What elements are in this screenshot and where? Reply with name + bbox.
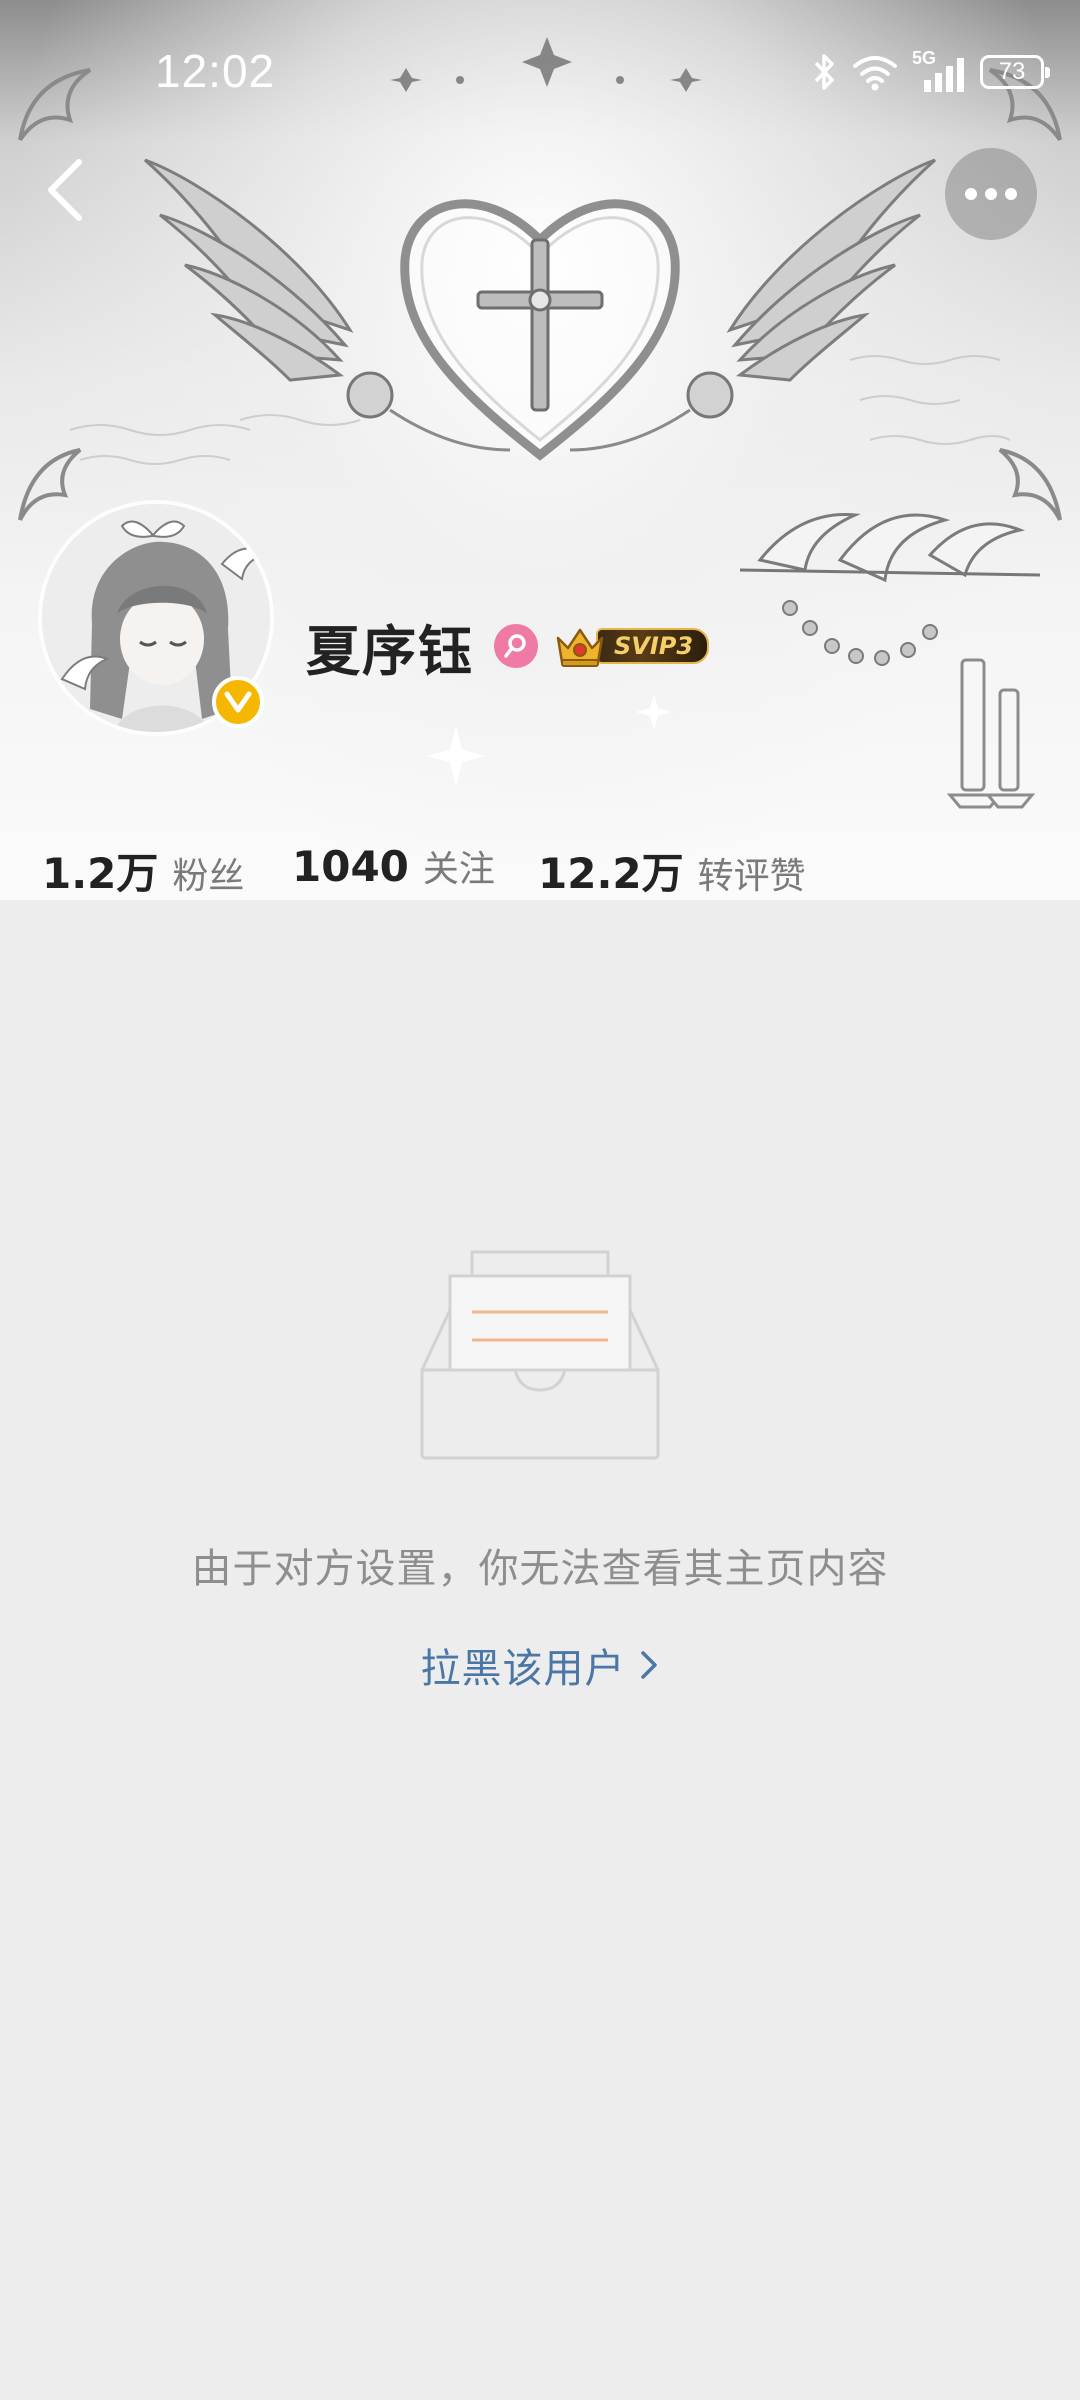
followers-count: 1.2万 bbox=[42, 849, 159, 898]
more-horizontal-icon bbox=[965, 188, 1017, 200]
verified-v-icon bbox=[224, 691, 252, 713]
stat-followers[interactable]: 1.2万 粉丝 bbox=[42, 840, 244, 901]
svip-badge[interactable]: SVIP3 bbox=[554, 624, 710, 668]
crown-icon bbox=[556, 628, 604, 667]
cellular-signal-icon: 5G bbox=[912, 48, 966, 92]
stat-interactions[interactable]: 12.2万 转评赞 bbox=[538, 840, 806, 901]
chevron-right-icon bbox=[640, 1651, 657, 1679]
chevron-left-icon bbox=[48, 159, 82, 221]
status-bar: 12:02 5G 73 bbox=[0, 0, 1080, 150]
back-button[interactable] bbox=[30, 150, 100, 230]
wifi-icon bbox=[853, 56, 897, 91]
block-user-link[interactable]: 拉黑该用户 bbox=[421, 1636, 660, 1694]
bluetooth-icon bbox=[814, 54, 834, 90]
following-label: 关注 bbox=[422, 849, 495, 890]
following-count: 1040 bbox=[292, 842, 409, 891]
block-user-label: 拉黑该用户 bbox=[420, 1646, 626, 1692]
female-icon bbox=[494, 624, 538, 668]
profile-cover-banner: 12:02 5G 73 夏序钰 SVIP3 bbox=[0, 0, 1080, 900]
more-options-button[interactable] bbox=[945, 148, 1037, 240]
username: 夏序钰 bbox=[306, 619, 474, 683]
empty-inbox-icon bbox=[420, 1250, 660, 1460]
block-user-link-row: 拉黑该用户 bbox=[0, 1636, 1080, 1694]
battery-level: 73 bbox=[998, 58, 1026, 85]
battery-indicator: 73 bbox=[980, 55, 1050, 89]
followers-label: 粉丝 bbox=[172, 856, 245, 897]
status-time: 12:02 bbox=[155, 45, 276, 97]
username-row: 夏序钰 SVIP3 bbox=[306, 606, 710, 686]
svip-level: SVIP3 bbox=[596, 628, 710, 664]
interactions-count: 12.2万 bbox=[538, 849, 684, 898]
interactions-label: 转评赞 bbox=[697, 856, 806, 897]
stat-following[interactable]: 1040 关注 bbox=[292, 840, 495, 892]
empty-state-message: 由于对方设置，你无法查看其主页内容 bbox=[191, 1546, 889, 1592]
status-icons: 5G 73 bbox=[812, 48, 1050, 94]
verified-badge bbox=[212, 676, 264, 728]
